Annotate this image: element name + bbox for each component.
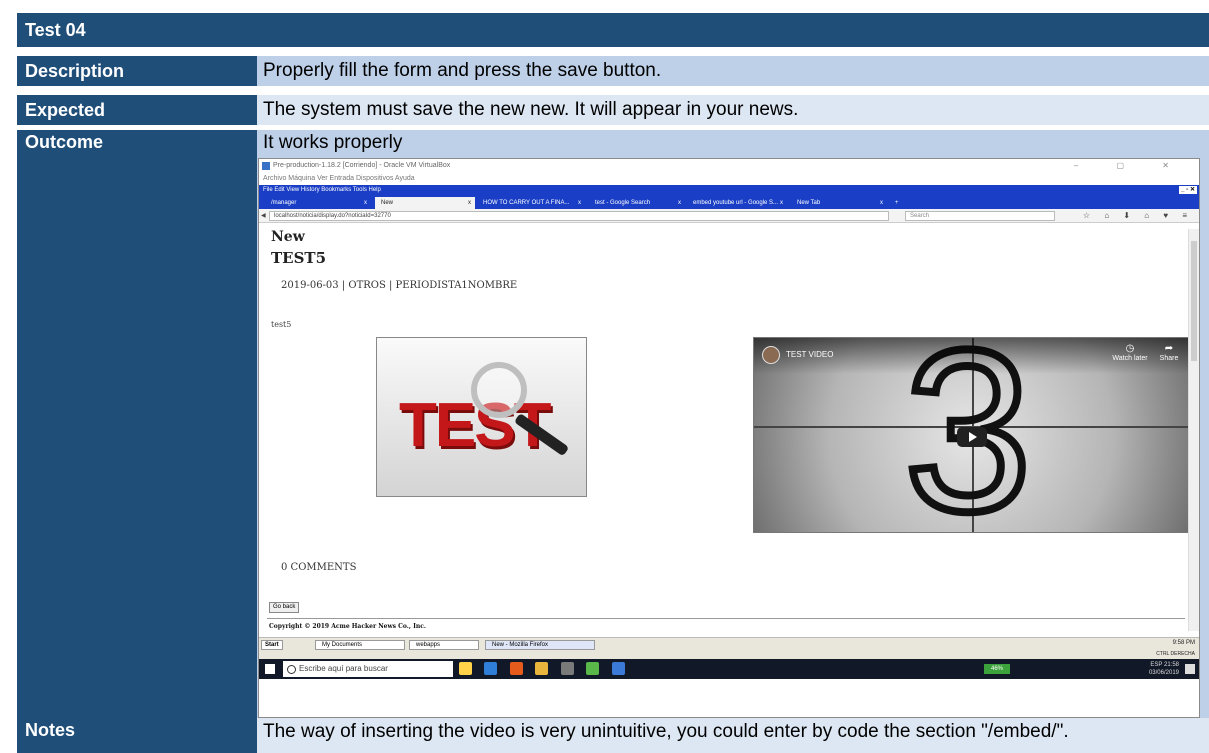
close-tab-icon[interactable]: x <box>578 197 581 209</box>
windows-search-box[interactable]: Escribe aquí para buscar <box>283 661 453 677</box>
news-body: test5 <box>271 320 292 329</box>
firefox-icon[interactable] <box>509 662 523 675</box>
outcome-screenshot: Pre-production-1.18.2 [Corriendo] - Orac… <box>258 158 1200 718</box>
vm-task-webapps[interactable]: webapps <box>409 640 479 650</box>
search-box[interactable]: Search <box>905 211 1055 221</box>
tab-embed-search[interactable]: embed youtube url - Google S... x <box>687 197 787 209</box>
system-tray: ESP 21:58 03/06/2019 <box>1149 661 1179 677</box>
app-icon[interactable] <box>586 662 600 675</box>
test-case-document: Test 04 Description Properly fill the fo… <box>0 0 1209 753</box>
windows-taskbar: Escribe aquí para buscar 46% ESP 21:58 0… <box>259 659 1199 680</box>
tab-label: HOW TO CARRY OUT A FINA... <box>483 200 570 206</box>
edge-icon[interactable] <box>484 662 498 675</box>
share-arrow-icon: ➦ <box>1164 343 1174 354</box>
virtualbox-icon <box>262 162 270 170</box>
notes-value: The way of inserting the video is very u… <box>257 718 1209 753</box>
system-date: 03/06/2019 <box>1148 670 1179 676</box>
scrollbar-thumb[interactable] <box>1191 241 1197 361</box>
expected-value: The system must save the new new. It wil… <box>257 95 1209 125</box>
new-tab-plus-icon[interactable]: + <box>891 197 907 209</box>
notes-label: Notes <box>17 718 257 753</box>
channel-avatar[interactable] <box>762 346 780 364</box>
video-title[interactable]: TEST VIDEO <box>786 350 833 359</box>
watch-later-button[interactable]: ◷ Watch later <box>1110 344 1150 364</box>
battery-indicator[interactable]: 46% <box>984 664 1010 674</box>
expected-label: Expected <box>17 95 257 125</box>
share-button[interactable]: ➦ Share <box>1152 344 1186 364</box>
page-scrollbar[interactable] <box>1188 229 1199 631</box>
tab-new-tab[interactable]: New Tab x <box>791 197 887 209</box>
chrome-icon[interactable] <box>535 662 549 675</box>
tab-label: /manager <box>271 200 297 206</box>
close-tab-icon[interactable]: x <box>678 197 681 209</box>
page-heading: New <box>271 229 305 245</box>
window-controls[interactable]: – ▢ ✕ <box>1074 159 1187 173</box>
browser-tabs: /manager x New x HOW TO CARRY OUT A FINA..… <box>259 195 1199 209</box>
tab-label: New <box>381 200 394 206</box>
news-meta: 2019-06-03 | OTROS | PERIODISTA1NOMBRE <box>281 280 518 291</box>
share-label: Share <box>1159 355 1179 362</box>
description-value: Properly fill the form and press the sav… <box>257 56 1209 86</box>
taskbar-apps <box>459 662 633 680</box>
vm-task-my-documents[interactable]: My Documents <box>315 640 405 650</box>
file-explorer-icon[interactable] <box>459 662 472 675</box>
url-bar[interactable]: localhost/noticia/display.do?noticiaId=3… <box>269 211 889 221</box>
virtualbox-menubar[interactable]: Archivo Máquina Ver Entrada Dispositivos… <box>259 173 1199 185</box>
firefox-menu-items[interactable]: File Edit View History Bookmarks Tools H… <box>263 187 381 193</box>
tab-label: embed youtube url - Google S... <box>693 200 779 206</box>
system-time: 21:58 <box>1163 662 1179 668</box>
test-title: Test 04 <box>17 13 1209 47</box>
footer-divider <box>267 618 1185 619</box>
copyright-text: Copyright © 2019 Acme Hacker News Co., I… <box>269 623 426 630</box>
go-back-button[interactable]: Go back <box>269 602 300 613</box>
play-button-icon[interactable] <box>957 427 987 447</box>
close-tab-icon[interactable]: x <box>468 197 471 209</box>
notifications-icon[interactable] <box>1185 664 1195 674</box>
vm-start-button[interactable]: Start <box>261 640 283 650</box>
close-tab-icon[interactable]: x <box>780 197 783 209</box>
vm-taskbar: Start My Documents webapps New - Mozilla… <box>259 637 1199 659</box>
language-indicator[interactable]: ESP <box>1150 662 1162 668</box>
tab-google-test[interactable]: test - Google Search x <box>589 197 685 209</box>
comments-count: 0 COMMENTS <box>281 562 357 573</box>
clock-icon: ◷ <box>1125 343 1135 354</box>
web-page: New TEST5 2019-06-03 | OTROS | PERIODIST… <box>259 229 1189 647</box>
magnifier-lens-icon <box>471 362 527 418</box>
tab-label: test - Google Search <box>595 200 651 206</box>
vm-clock: 9:58 PM <box>1172 640 1195 646</box>
virtualbox-icon[interactable] <box>611 662 625 675</box>
tab-new[interactable]: New x <box>375 197 475 209</box>
outcome-value: It works properly <box>263 132 403 153</box>
news-image: TEST <box>376 337 587 497</box>
navigation-toolbar: ◀ localhost/noticia/display.do?noticiaId… <box>259 209 1199 223</box>
firefox-window-controls[interactable]: _ ▫ ✕ <box>1179 186 1197 194</box>
app-icon[interactable] <box>560 662 574 675</box>
vm-host-key: CTRL DERECHA <box>1156 651 1195 657</box>
back-arrow-icon[interactable]: ◀ <box>261 209 266 223</box>
vm-task-firefox[interactable]: New - Mozilla Firefox <box>485 640 595 650</box>
watch-later-label: Watch later <box>1112 355 1148 362</box>
tab-how-to[interactable]: HOW TO CARRY OUT A FINA... x <box>477 197 585 209</box>
close-tab-icon[interactable]: x <box>880 197 883 209</box>
close-tab-icon[interactable]: x <box>364 197 367 209</box>
youtube-video-embed[interactable]: 3 TEST VIDEO ◷ Watch later ➦ Share <box>753 337 1189 533</box>
tab-label: New Tab <box>797 200 821 206</box>
description-label: Description <box>17 56 257 86</box>
news-title: TEST5 <box>271 249 327 267</box>
tab-manager[interactable]: /manager x <box>265 197 371 209</box>
virtualbox-titlebar: Pre-production-1.18.2 [Corriendo] - Orac… <box>259 159 1199 173</box>
virtualbox-title: Pre-production-1.18.2 [Corriendo] - Orac… <box>273 162 451 169</box>
outcome-label: Outcome <box>17 130 257 718</box>
firefox-menubar[interactable]: File Edit View History Bookmarks Tools H… <box>259 185 1199 195</box>
toolbar-icons[interactable]: ☆ ⌂ ⬇ ⌂ ♥ ≡ <box>1083 209 1193 223</box>
windows-start-icon[interactable] <box>265 664 275 674</box>
